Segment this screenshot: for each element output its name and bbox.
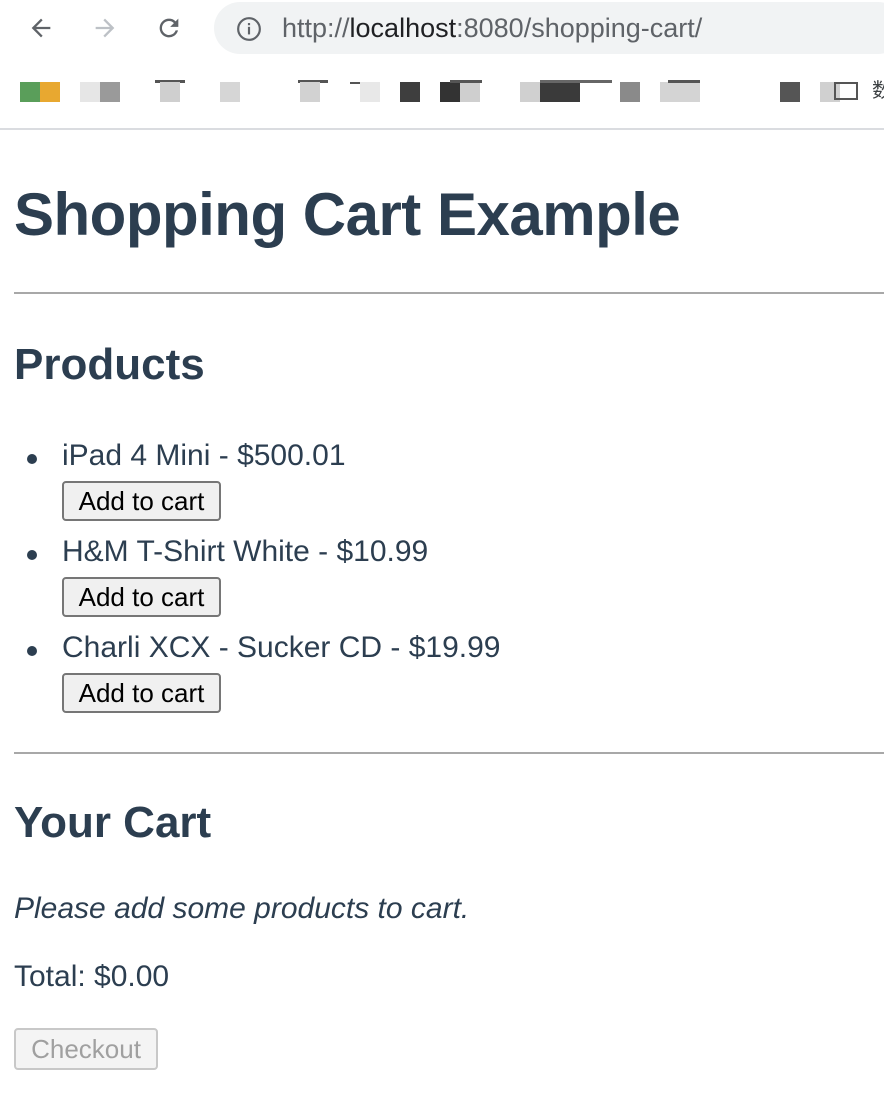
bookmark-item[interactable] bbox=[660, 82, 700, 102]
bookmark-item[interactable] bbox=[540, 82, 580, 102]
info-icon[interactable] bbox=[236, 16, 262, 42]
reload-button[interactable] bbox=[150, 9, 188, 47]
url-text: http://localhost:8080/shopping-cart/ bbox=[282, 13, 703, 43]
checkout-button[interactable]: Checkout bbox=[14, 1028, 158, 1070]
add-to-cart-button[interactable]: Add to cart bbox=[62, 673, 221, 713]
bookmark-item[interactable] bbox=[440, 82, 460, 102]
product-label: Charli XCX - Sucker CD - $19.99 bbox=[62, 631, 501, 664]
product-item: iPad 4 Mini - $500.01 Add to cart bbox=[14, 436, 874, 532]
back-button[interactable] bbox=[22, 9, 60, 47]
bookmark-item[interactable] bbox=[100, 82, 120, 102]
bookmark-favicon[interactable] bbox=[40, 82, 60, 102]
add-to-cart-button[interactable]: Add to cart bbox=[62, 577, 221, 617]
browser-toolbar: http://localhost:8080/shopping-cart/ bbox=[0, 0, 884, 58]
bookmark-item[interactable] bbox=[780, 82, 800, 102]
reload-icon bbox=[159, 18, 179, 38]
bookmark-label[interactable]: 数 bbox=[872, 74, 884, 103]
bookmark-item[interactable] bbox=[520, 82, 540, 102]
cart-total: Total: $0.00 bbox=[14, 960, 170, 993]
bookmark-item[interactable] bbox=[220, 82, 240, 102]
folder-icon bbox=[450, 80, 482, 83]
divider bbox=[14, 752, 884, 754]
bookmark-favicon[interactable] bbox=[20, 82, 40, 102]
forward-button[interactable] bbox=[86, 9, 124, 47]
products-heading: Products bbox=[14, 340, 205, 389]
forward-arrow-icon bbox=[95, 18, 115, 38]
folder-icon bbox=[668, 80, 700, 83]
page-title: Shopping Cart Example bbox=[14, 181, 681, 248]
cart-empty-message: Please add some products to cart. bbox=[14, 892, 470, 925]
address-bar[interactable]: http://localhost:8080/shopping-cart/ bbox=[214, 2, 884, 54]
bookmarks-bar: 数 bbox=[0, 58, 884, 130]
cart-heading: Your Cart bbox=[14, 798, 212, 847]
bookmark-label-redacted bbox=[540, 80, 612, 83]
bookmark-item[interactable] bbox=[300, 82, 320, 102]
bookmark-item[interactable] bbox=[80, 82, 100, 102]
bookmark-item[interactable] bbox=[400, 82, 420, 102]
bullet bbox=[27, 646, 37, 656]
product-label: iPad 4 Mini - $500.01 bbox=[62, 439, 346, 472]
bullet bbox=[27, 550, 37, 560]
divider bbox=[14, 292, 884, 294]
product-item: H&M T-Shirt White - $10.99 Add to cart bbox=[14, 532, 874, 628]
bullet bbox=[27, 454, 37, 464]
product-list: iPad 4 Mini - $500.01 Add to cart H&M T-… bbox=[14, 436, 874, 724]
folder-icon bbox=[834, 82, 858, 100]
bookmark-item[interactable] bbox=[620, 82, 640, 102]
back-arrow-icon bbox=[31, 18, 51, 38]
bookmark-item[interactable] bbox=[360, 82, 380, 102]
add-to-cart-button[interactable]: Add to cart bbox=[62, 481, 221, 521]
bookmark-item[interactable] bbox=[160, 82, 180, 102]
product-item: Charli XCX - Sucker CD - $19.99 Add to c… bbox=[14, 628, 874, 724]
bookmark-item[interactable] bbox=[460, 82, 480, 102]
product-label: H&M T-Shirt White - $10.99 bbox=[62, 535, 429, 568]
